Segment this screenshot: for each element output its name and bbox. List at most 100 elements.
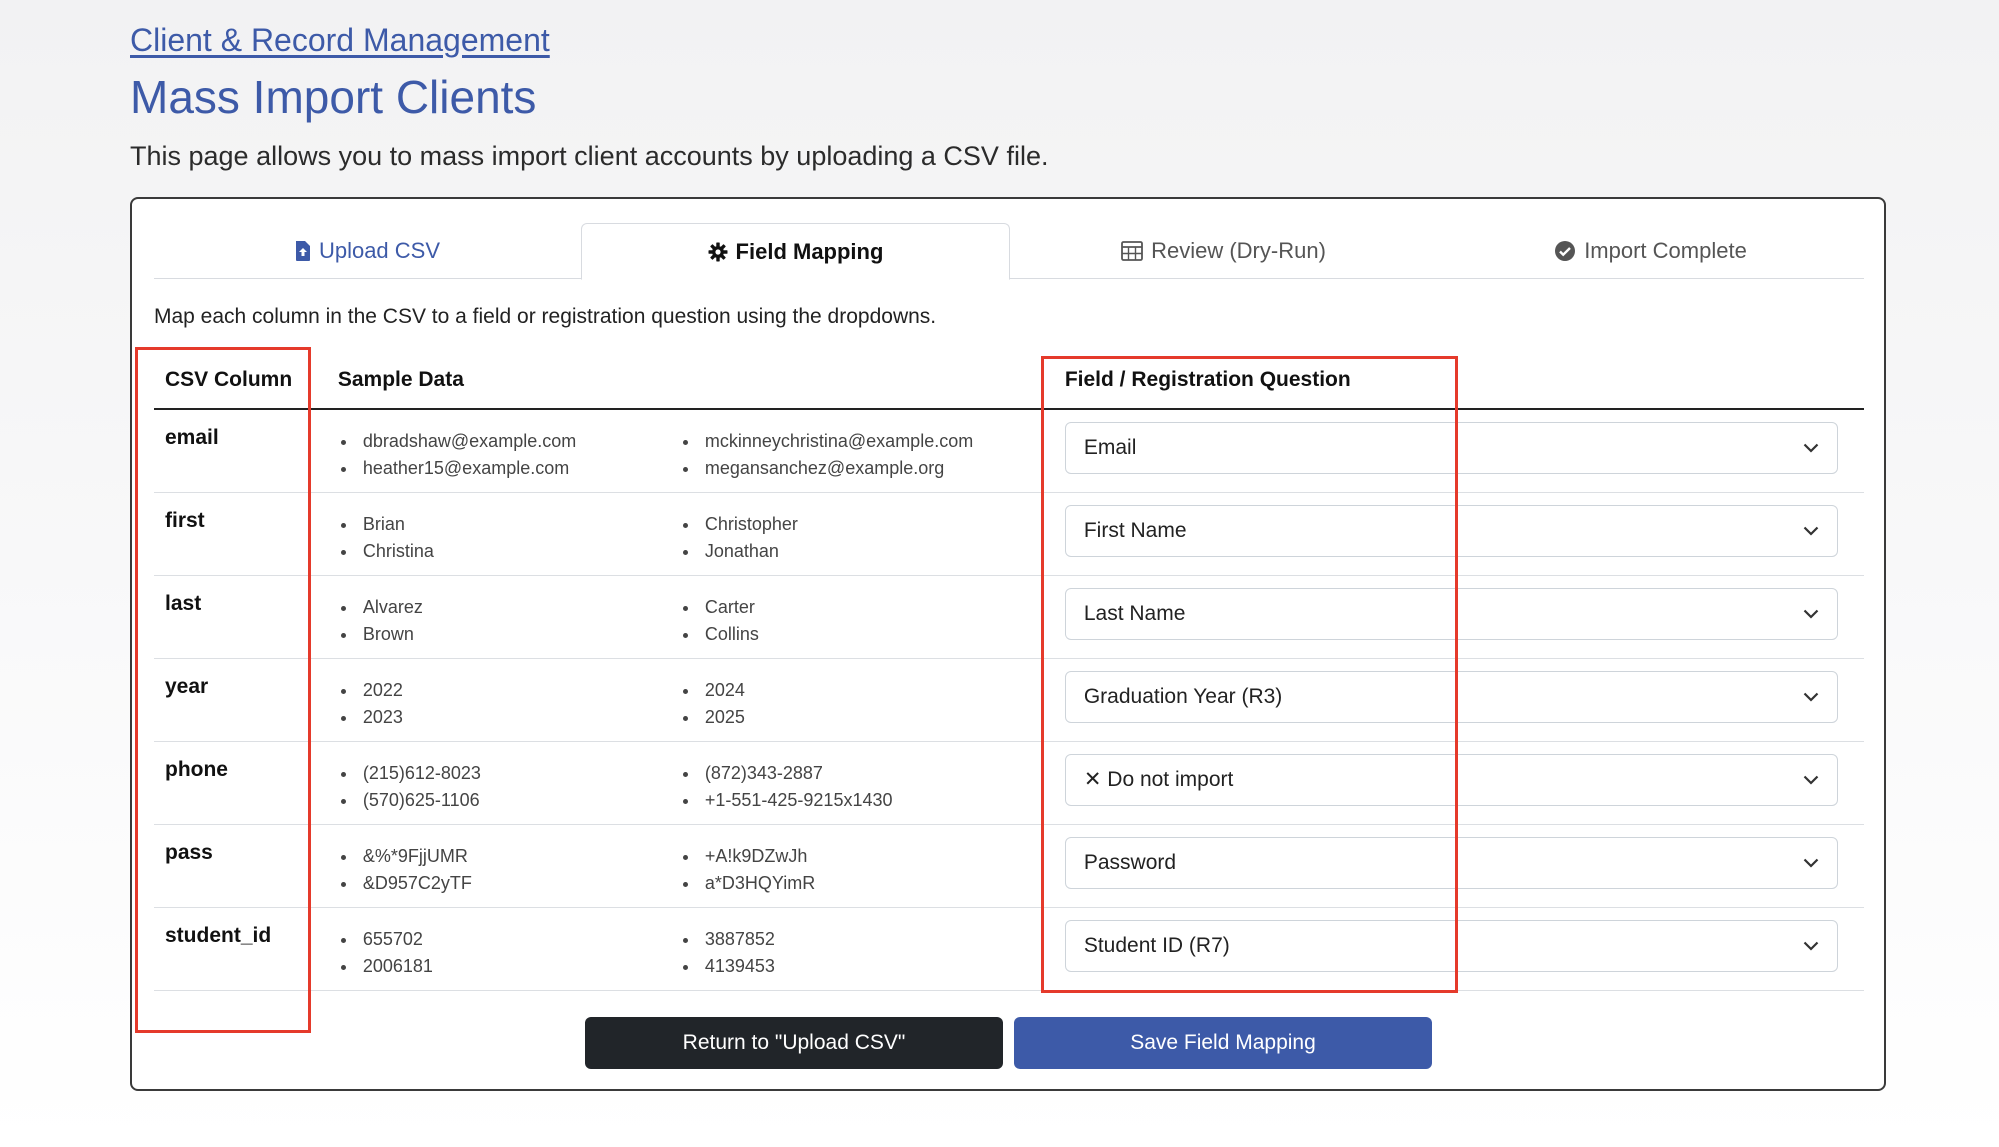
chevron-down-icon	[1803, 443, 1819, 453]
return-to-upload-button[interactable]: Return to "Upload CSV"	[585, 1017, 1003, 1069]
sample-value: 2024	[680, 677, 1022, 704]
chevron-down-icon	[1803, 609, 1819, 619]
file-upload-icon	[295, 241, 311, 261]
field-select-year[interactable]: Graduation Year (R3)	[1064, 670, 1838, 723]
sample-value: Brian	[338, 511, 680, 538]
sample-value: Alvarez	[338, 594, 680, 621]
chevron-down-icon	[1803, 526, 1819, 536]
table-row: last Alvarez Brown Carter Collins Last Nam…	[154, 575, 1864, 659]
page-description: This page allows you to mass import clie…	[130, 141, 1049, 171]
tab-import-complete[interactable]: Import Complete	[1437, 223, 1864, 279]
sample-value: 3887852	[680, 926, 1022, 953]
table-row: pass &%*9FjjUMR &D957C2yTF +A!k9DZwJh a*D3…	[154, 824, 1864, 908]
table-row: first Brian Christina Christopher Jonathan…	[154, 492, 1864, 576]
table-row: year 2022 2023 2024 2025 Graduation Year (…	[154, 658, 1864, 742]
sample-value: 2025	[680, 704, 1022, 731]
select-value: Student ID (R7)	[1083, 933, 1230, 957]
action-buttons: Return to "Upload CSV" Save Field Mappin…	[585, 1017, 1432, 1069]
chevron-down-icon	[1803, 941, 1819, 951]
header-field-question: Field / Registration Question	[1032, 351, 1864, 410]
breadcrumb-link[interactable]: Client & Record Management	[130, 22, 550, 59]
sample-data-cell: Brian Christina Christopher Jonathan	[326, 492, 1033, 576]
chevron-down-icon	[1803, 692, 1819, 702]
sample-value: (215)612-8023	[338, 760, 680, 787]
field-select-pass[interactable]: Password	[1064, 836, 1838, 889]
field-select-student-id[interactable]: Student ID (R7)	[1064, 919, 1838, 972]
sample-data-cell: (215)612-8023 (570)625-1106 (872)343-2887…	[326, 741, 1033, 825]
csv-column-name: first	[154, 492, 327, 576]
sample-value: 2006181	[338, 953, 680, 980]
sample-data-cell: 2022 2023 2024 2025	[326, 658, 1033, 742]
sample-value: +1-551-425-9215x1430	[680, 787, 1022, 814]
page-title: Mass Import Clients	[130, 71, 537, 123]
table-row: student_id 655702 2006181 3887852 4139453 …	[154, 907, 1864, 991]
mapping-instructions: Map each column in the CSV to a field or…	[154, 305, 937, 328]
select-value: Email	[1083, 436, 1137, 459]
mapping-cell: Last Name	[1032, 575, 1864, 659]
sample-value: Brown	[338, 621, 680, 648]
sample-value: Christina	[338, 538, 680, 565]
mapping-rows: email dbradshaw@example.com heather15@exa…	[154, 409, 1864, 991]
sample-data-cell: &%*9FjjUMR &D957C2yTF +A!k9DZwJh a*D3HQYim…	[326, 824, 1033, 908]
csv-column-name: last	[154, 575, 327, 659]
sample-data-cell: Alvarez Brown Carter Collins	[326, 575, 1033, 659]
table-row: phone (215)612-8023 (570)625-1106 (872)34…	[154, 741, 1864, 825]
sample-value: megansanchez@example.org	[680, 455, 1022, 482]
sample-value: Collins	[680, 621, 1022, 648]
select-value: Graduation Year (R3)	[1083, 684, 1283, 708]
select-value: Last Name	[1083, 601, 1186, 625]
field-select-email[interactable]: Email	[1064, 422, 1838, 474]
sample-value: &%*9FjjUMR	[338, 843, 680, 870]
mapping-cell: First Name	[1032, 492, 1864, 576]
sample-value: 2023	[338, 704, 680, 731]
header-sample-data: Sample Data	[326, 351, 1033, 410]
field-select-phone[interactable]: ✕ Do not import	[1064, 753, 1838, 806]
tab-label: Import Complete	[1584, 238, 1747, 263]
field-mapping-table: CSV Column Sample Data Field / Registrat…	[154, 351, 1864, 991]
sample-value: 2022	[338, 677, 680, 704]
tab-review-dry-run[interactable]: Review (Dry-Run)	[1010, 223, 1437, 279]
sample-value: dbradshaw@example.com	[338, 428, 680, 455]
tab-label: Upload CSV	[318, 238, 441, 263]
mapping-cell: Student ID (R7)	[1032, 907, 1864, 991]
mapping-cell: Graduation Year (R3)	[1032, 658, 1864, 742]
sample-value: 655702	[338, 926, 680, 953]
sample-value: (872)343-2887	[680, 760, 1022, 787]
sample-value: Christopher	[680, 511, 1022, 538]
sample-value: a*D3HQYimR	[680, 870, 1022, 897]
field-select-first[interactable]: First Name	[1064, 504, 1838, 557]
tab-label: Review (Dry-Run)	[1151, 238, 1326, 263]
sample-value: (570)625-1106	[338, 787, 680, 814]
mapping-cell: Email	[1032, 409, 1864, 493]
mapping-cell: Password	[1032, 824, 1864, 908]
tab-field-mapping[interactable]: Field Mapping	[581, 223, 1010, 280]
sample-value: 4139453	[680, 953, 1022, 980]
tab-upload-csv[interactable]: Upload CSV	[154, 223, 581, 279]
sample-data-cell: 655702 2006181 3887852 4139453	[326, 907, 1033, 991]
chevron-down-icon	[1803, 775, 1819, 785]
tab-label: Field Mapping	[735, 238, 884, 264]
table-icon	[1121, 241, 1143, 261]
sample-data-cell: dbradshaw@example.com heather15@example.c…	[326, 409, 1033, 493]
sample-value: mckinneychristina@example.com	[680, 428, 1022, 455]
select-value: Password	[1083, 850, 1177, 874]
import-card: Upload CSV Field Mapping Review (Dry-Run…	[130, 197, 1886, 1091]
csv-column-name: phone	[154, 741, 327, 825]
table-row: email dbradshaw@example.com heather15@exa…	[154, 409, 1864, 493]
gear-icon	[708, 242, 728, 262]
chevron-down-icon	[1803, 858, 1819, 868]
sample-value: +A!k9DZwJh	[680, 843, 1022, 870]
table-header-row: CSV Column Sample Data Field / Registrat…	[154, 351, 1864, 410]
mapping-cell: ✕ Do not import	[1032, 741, 1864, 825]
save-field-mapping-button[interactable]: Save Field Mapping	[1014, 1017, 1432, 1069]
sample-value: Carter	[680, 594, 1022, 621]
select-value: First Name	[1083, 518, 1187, 542]
sample-value: &D957C2yTF	[338, 870, 680, 897]
tab-bar: Upload CSV Field Mapping Review (Dry-Run…	[154, 223, 1864, 280]
check-circle-icon	[1554, 240, 1576, 262]
sample-value: Jonathan	[680, 538, 1022, 565]
field-select-last[interactable]: Last Name	[1064, 587, 1838, 640]
csv-column-name: year	[154, 658, 327, 742]
csv-column-name: email	[154, 409, 327, 493]
csv-column-name: pass	[154, 824, 327, 908]
